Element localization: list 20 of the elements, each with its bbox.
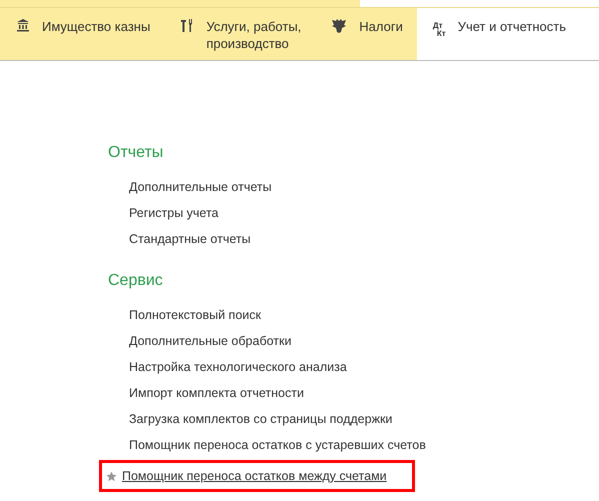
debit-credit-icon: Дт Кт	[432, 22, 446, 38]
section-title: Сервис	[108, 272, 164, 290]
command-link[interactable]: Загрузка комплектов со страницы поддержки	[129, 412, 392, 426]
command-link[interactable]: Настройка технологического анализа	[129, 360, 347, 374]
section-tab[interactable]: Дт Кт Учет и отчетность	[416, 8, 599, 60]
command-link[interactable]: Импорт комплекта отчетности	[129, 386, 304, 400]
command-link[interactable]: Помощник переноса остатков между счетами	[122, 469, 387, 483]
command-link[interactable]: Полнотекстовый поиск	[129, 308, 261, 322]
star-icon[interactable]	[106, 470, 117, 482]
section-tab[interactable]: Имущество казны	[0, 8, 164, 60]
tools-icon	[180, 18, 194, 34]
section-tab[interactable]: Услуги, работы, производство	[164, 8, 316, 60]
section-title: Отчеты	[108, 144, 164, 162]
command-link[interactable]: Дополнительные отчеты	[129, 180, 272, 194]
command-link[interactable]: Стандартные отчеты	[129, 232, 251, 246]
command-link[interactable]: Регистры учета	[129, 206, 219, 220]
command-link[interactable]: Дополнительные обработки	[129, 334, 292, 348]
command-link[interactable]: Помощник переноса остатков с устаревших счетов	[129, 438, 426, 452]
bank-icon	[16, 18, 30, 32]
section-tab[interactable]: Налоги	[315, 8, 417, 60]
